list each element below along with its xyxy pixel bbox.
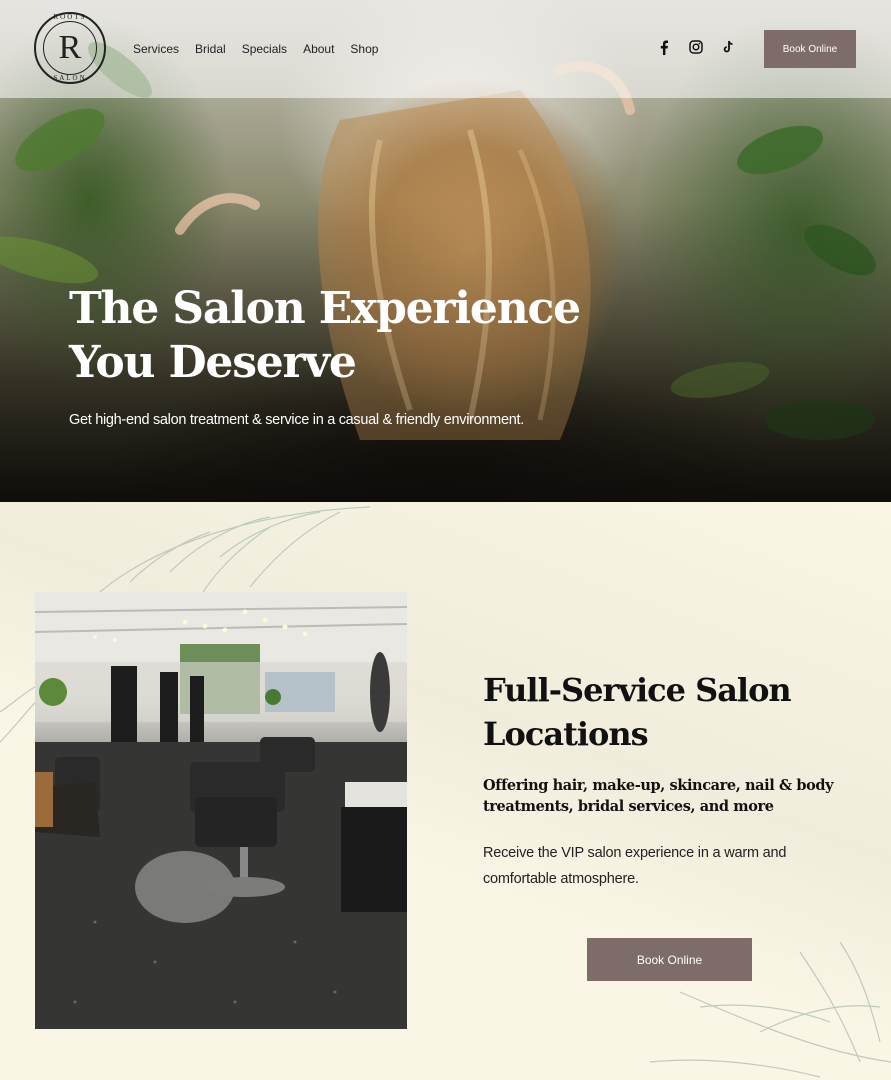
salon-interior-illustration <box>35 592 407 1029</box>
instagram-icon[interactable] <box>688 39 704 55</box>
section-body-text: Receive the VIP salon experience in a wa… <box>483 845 787 887</box>
hero-title: The Salon Experience You Deserve <box>69 283 581 388</box>
facebook-icon[interactable] <box>656 39 672 55</box>
nav-link-about[interactable]: About <box>303 42 334 56</box>
section-book-online-button[interactable]: Book Online <box>587 938 752 981</box>
hero-banner: ROOTS R SALON Services Bridal Specials A… <box>0 0 891 502</box>
section-subtitle: Offering hair, make-up, skincare, nail &… <box>483 777 834 815</box>
section-title: Full-Service Salon Locations <box>483 671 792 753</box>
top-navigation: ROOTS R SALON Services Bridal Specials A… <box>0 0 891 98</box>
nav-link-bridal[interactable]: Bridal <box>195 42 226 56</box>
logo-bottom-text: SALON <box>53 74 87 82</box>
nav-book-online-button[interactable]: Book Online <box>764 30 856 68</box>
salon-interior-photo <box>35 592 407 1029</box>
nav-link-shop[interactable]: Shop <box>350 42 378 56</box>
nav-link-specials[interactable]: Specials <box>242 42 287 56</box>
logo-top-text: ROOTS <box>53 13 87 21</box>
roots-salon-logo[interactable]: ROOTS R SALON <box>34 12 106 84</box>
tiktok-icon[interactable] <box>720 39 736 55</box>
logo-letter: R <box>58 29 82 66</box>
hero-subtitle: Get high-end salon treatment & service i… <box>69 412 524 428</box>
nav-links: Services Bridal Specials About Shop <box>133 42 378 56</box>
social-links <box>656 39 736 55</box>
nav-link-services[interactable]: Services <box>133 42 179 56</box>
